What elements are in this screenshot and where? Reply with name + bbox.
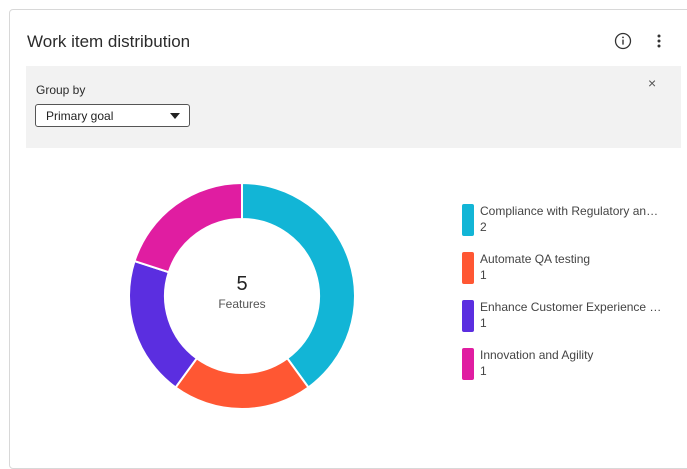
legend-count: 1 (480, 268, 487, 282)
info-icon[interactable] (612, 30, 634, 52)
widget-title: Work item distribution (27, 32, 191, 51)
legend-item[interactable]: Automate QA testing 1 (462, 248, 682, 296)
legend-swatch (462, 348, 474, 380)
group-by-label: Group by (36, 83, 86, 97)
close-icon[interactable]: × (648, 76, 656, 90)
legend-swatch (462, 300, 474, 332)
caret-down-icon (170, 113, 180, 119)
legend-item[interactable]: Enhance Customer Experience … 1 (462, 296, 682, 344)
legend-label: Automate QA testing (480, 252, 591, 266)
legend-count: 1 (480, 364, 487, 378)
kebab-menu-icon[interactable] (648, 30, 670, 52)
legend-count: 1 (480, 316, 487, 330)
chart-legend: Compliance with Regulatory an… 2 Automate … (462, 200, 682, 392)
group-by-selected-value: Primary goal (46, 109, 114, 123)
legend-label: Compliance with Regulatory an… (480, 204, 659, 218)
legend-swatch (462, 252, 474, 284)
legend-label: Enhance Customer Experience … (480, 300, 662, 314)
donut-center-label: Features (218, 297, 266, 311)
legend-label: Innovation and Agility (480, 348, 594, 362)
donut-center-value: 5 (236, 273, 248, 295)
legend-swatch (462, 204, 474, 236)
legend-item[interactable]: Innovation and Agility 1 (462, 344, 682, 392)
legend-item[interactable]: Compliance with Regulatory an… 2 (462, 200, 682, 248)
legend-count: 2 (480, 220, 487, 234)
filter-panel: Group by Primary goal × (26, 66, 681, 148)
group-by-select[interactable]: Primary goal (35, 104, 190, 127)
